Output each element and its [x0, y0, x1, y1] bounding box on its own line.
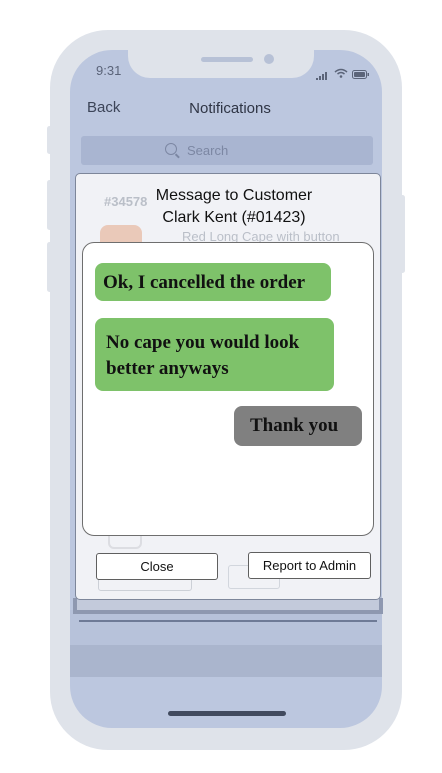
volume-up-button	[47, 180, 52, 230]
dialog-title-line-2: Clark Kent (#01423)	[162, 209, 306, 226]
dialog-title-line-1: Message to Customer	[155, 187, 313, 204]
search-icon	[165, 143, 177, 155]
battery-icon	[352, 66, 370, 79]
message-bubble-user: Thank you	[234, 406, 362, 446]
tab-bar	[70, 645, 382, 677]
volume-mute-switch	[47, 126, 52, 154]
close-button[interactable]: Close	[96, 553, 218, 580]
status-time: 9:31	[96, 63, 122, 78]
notch	[128, 50, 314, 78]
volume-down-button	[47, 242, 52, 292]
signal-icon	[316, 67, 328, 80]
background-panel	[70, 610, 382, 650]
speaker-grille	[201, 57, 253, 62]
back-button[interactable]: Back	[87, 99, 120, 116]
search-placeholder: Search	[187, 143, 229, 158]
page-title: Notifications	[189, 100, 271, 117]
dialog-title: Message to Customer Clark Kent (#01423)	[75, 185, 393, 229]
report-to-admin-button[interactable]: Report to Admin	[248, 552, 371, 579]
wifi-icon	[334, 65, 348, 78]
divider	[79, 620, 377, 622]
message-bubble-customer: Ok, I cancelled the order	[95, 263, 331, 301]
message-bubble-customer: No cape you would look better anyways	[95, 318, 334, 391]
home-indicator[interactable]	[168, 711, 286, 716]
front-camera	[264, 54, 274, 64]
power-button	[400, 195, 405, 273]
